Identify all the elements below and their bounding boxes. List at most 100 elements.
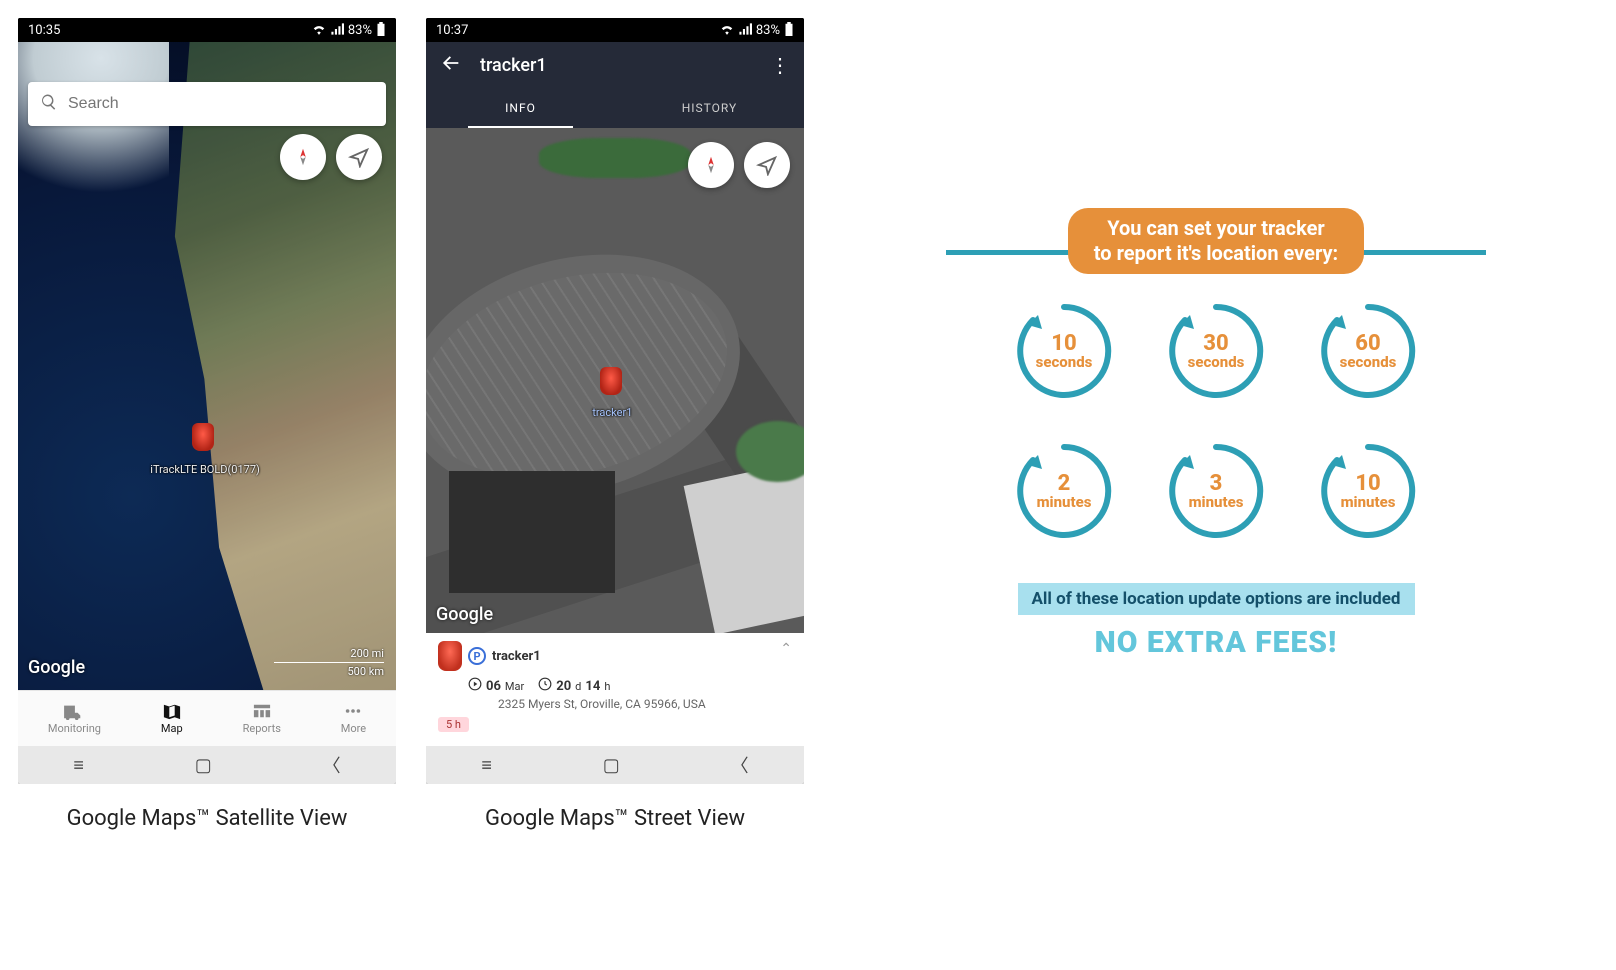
map-icon bbox=[161, 702, 183, 720]
back-icon[interactable] bbox=[440, 52, 462, 78]
home-button[interactable]: ▢ bbox=[195, 755, 212, 776]
bottom-nav: Monitoring Map Reports More bbox=[18, 690, 396, 746]
tab-history-label: HISTORY bbox=[682, 101, 738, 115]
overflow-menu-icon[interactable]: ⋮ bbox=[770, 55, 790, 75]
more-icon bbox=[342, 702, 364, 720]
float-buttons bbox=[688, 142, 790, 188]
map-street[interactable]: tracker1 Google bbox=[426, 128, 804, 633]
interval-option: 30 seconds bbox=[1166, 301, 1266, 401]
status-time: 10:37 bbox=[436, 23, 468, 38]
nav-monitoring-label: Monitoring bbox=[48, 722, 101, 735]
ring-icon bbox=[1014, 441, 1114, 541]
map-satellite[interactable]: iTrackLTE BOLD(0177) Google 200 mi 500 k… bbox=[18, 42, 396, 690]
interval-option: 3 minutes bbox=[1166, 441, 1266, 541]
float-buttons bbox=[280, 134, 382, 180]
statusbar: 10:35 83% bbox=[18, 18, 396, 42]
headline-line2: to report it's location every: bbox=[1094, 241, 1338, 266]
search-input[interactable] bbox=[68, 95, 374, 113]
tracker-address: 2325 Myers St, Oroville, CA 95966, USA bbox=[498, 697, 792, 711]
status-right: 83% bbox=[312, 22, 386, 39]
ring-icon bbox=[1318, 301, 1418, 401]
map-attribution: Google bbox=[28, 657, 85, 678]
status-battery: 83% bbox=[348, 23, 372, 38]
battery-icon bbox=[376, 22, 386, 39]
tracker-marker-label: tracker1 bbox=[592, 406, 632, 419]
date-number: 06 bbox=[486, 679, 501, 694]
tracker-marker-label: iTrackLTE BOLD(0177) bbox=[150, 463, 260, 476]
table-icon bbox=[251, 702, 273, 720]
nav-more-label: More bbox=[341, 722, 366, 735]
ring-icon bbox=[1014, 301, 1114, 401]
android-navbar: ≡ ▢ 〈 bbox=[426, 746, 804, 784]
no-extra-fees: NO EXTRA FEES! bbox=[1095, 625, 1338, 660]
panel-satellite: 10:35 83% bbox=[18, 18, 396, 831]
dur-days: 20 bbox=[556, 679, 571, 694]
scalebar-line-icon bbox=[274, 662, 384, 663]
phone-street: 10:37 83% tracker1 ⋮ INFO bbox=[426, 18, 804, 784]
caption-satellite: Google Maps™ Satellite View bbox=[67, 806, 348, 831]
ring-icon bbox=[1318, 441, 1418, 541]
back-button[interactable]: 〈 bbox=[731, 752, 749, 778]
tracker-marker[interactable] bbox=[192, 423, 214, 451]
wifi-icon bbox=[312, 23, 326, 38]
recents-button[interactable]: ≡ bbox=[73, 755, 84, 776]
tracker-info-card[interactable]: ⌃ P tracker1 06 Mar 20 d 14 h bbox=[426, 633, 804, 746]
signal-icon bbox=[738, 23, 752, 38]
recents-button[interactable]: ≡ bbox=[481, 755, 492, 776]
headline-pill: You can set your tracker to report it's … bbox=[1068, 208, 1364, 274]
topbar-title: tracker1 bbox=[480, 55, 547, 76]
play-icon bbox=[468, 677, 482, 695]
infographic: You can set your tracker to report it's … bbox=[946, 208, 1486, 660]
headline-line1: You can set your tracker bbox=[1094, 216, 1338, 241]
card-time-row: 06 Mar 20 d 14 h bbox=[468, 677, 792, 695]
tracker-marker[interactable] bbox=[600, 367, 622, 395]
interval-option: 10 minutes bbox=[1318, 441, 1418, 541]
truck-icon bbox=[63, 702, 85, 720]
sub-banner: All of these location update options are… bbox=[1018, 583, 1415, 615]
collapse-icon[interactable]: ⌃ bbox=[780, 641, 792, 657]
caption-street: Google Maps™ Street View bbox=[485, 806, 745, 831]
wifi-icon bbox=[720, 23, 734, 38]
home-button[interactable]: ▢ bbox=[603, 755, 620, 776]
ring-icon bbox=[1166, 441, 1266, 541]
building-layer bbox=[449, 471, 615, 592]
nav-map-label: Map bbox=[161, 722, 183, 735]
nav-monitoring[interactable]: Monitoring bbox=[48, 702, 101, 735]
nav-more[interactable]: More bbox=[341, 702, 366, 735]
nav-map[interactable]: Map bbox=[161, 702, 183, 735]
search-icon bbox=[40, 93, 58, 115]
nav-reports-label: Reports bbox=[243, 722, 281, 735]
interval-option: 60 seconds bbox=[1318, 301, 1418, 401]
statusbar: 10:37 83% bbox=[426, 18, 804, 42]
status-time: 10:35 bbox=[28, 23, 60, 38]
tab-history[interactable]: HISTORY bbox=[615, 88, 804, 128]
compass-button[interactable] bbox=[688, 142, 734, 188]
phone-satellite: 10:35 83% bbox=[18, 18, 396, 784]
date-month: Mar bbox=[505, 680, 524, 693]
car-icon bbox=[600, 367, 622, 395]
car-icon bbox=[192, 423, 214, 451]
locate-button[interactable] bbox=[336, 134, 382, 180]
compass-button[interactable] bbox=[280, 134, 326, 180]
ring-icon bbox=[1166, 301, 1266, 401]
nav-reports[interactable]: Reports bbox=[243, 702, 281, 735]
car-icon bbox=[438, 641, 462, 671]
dur-d: d bbox=[575, 680, 581, 693]
tab-info-label: INFO bbox=[505, 101, 536, 115]
locate-button[interactable] bbox=[744, 142, 790, 188]
tab-info[interactable]: INFO bbox=[426, 88, 615, 128]
battery-icon bbox=[784, 22, 794, 39]
back-button[interactable]: 〈 bbox=[323, 752, 341, 778]
topbar: tracker1 ⋮ bbox=[426, 42, 804, 88]
card-header-row: P tracker1 bbox=[438, 641, 792, 671]
dur-h: h bbox=[604, 680, 610, 693]
greenery-layer bbox=[539, 138, 690, 178]
duration-chip: 5 h bbox=[438, 717, 469, 732]
dur-hours: 14 bbox=[585, 679, 600, 694]
search-bar[interactable] bbox=[28, 82, 386, 126]
parked-badge-icon: P bbox=[468, 647, 486, 665]
panel-infographic: You can set your tracker to report it's … bbox=[834, 18, 1598, 660]
android-navbar: ≡ ▢ 〈 bbox=[18, 746, 396, 784]
signal-icon bbox=[330, 23, 344, 38]
map-attribution: Google bbox=[436, 604, 493, 625]
